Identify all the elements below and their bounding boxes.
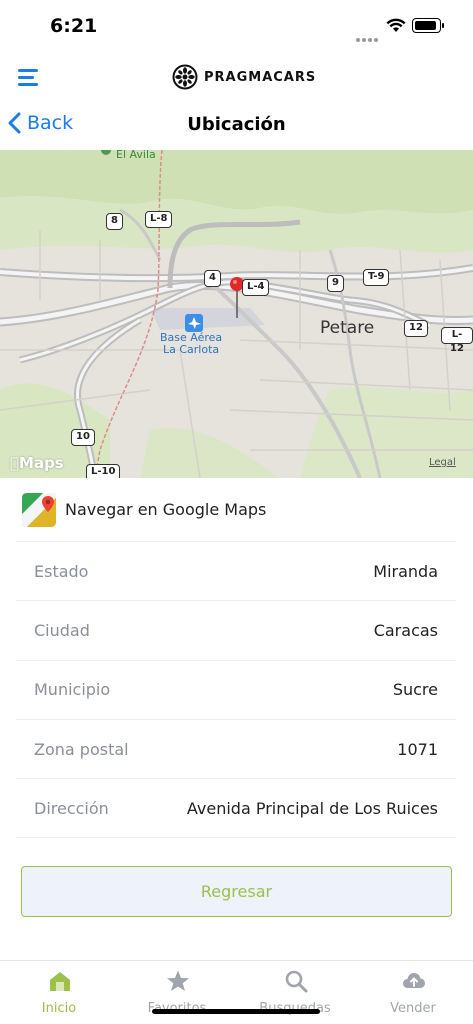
map-base [0, 150, 473, 478]
road-shield: 4 [204, 270, 221, 287]
detail-value: Sucre [392, 680, 438, 700]
road-shield: 9 [327, 275, 344, 292]
tab-busquedas[interactable]: Busquedas [236, 961, 354, 1024]
battery-icon [412, 18, 444, 33]
cloud-upload-icon [403, 973, 425, 988]
page-title: Ubicación [187, 114, 286, 135]
star-icon [167, 970, 189, 991]
regresar-button[interactable]: Regresar [21, 866, 452, 917]
bottom-tab-bar: Inicio Favoritos Busquedas Vender [0, 960, 473, 1024]
map-label-petare: Petare [320, 318, 375, 338]
home-icon [50, 972, 70, 991]
cellular-signal-icon [356, 27, 380, 42]
road-shield: 12 [404, 320, 428, 337]
detail-key: Ciudad [34, 620, 90, 640]
tab-label: Inicio [41, 1001, 77, 1016]
road-shield: T-9 [363, 269, 390, 286]
detail-row-direccion: Dirección Avenida Principal de Los Ruice… [16, 779, 456, 839]
detail-value: 1071 [397, 739, 438, 759]
wifi-icon [386, 18, 406, 32]
detail-key: Dirección [34, 798, 109, 818]
detail-key: Zona postal [34, 739, 129, 759]
detail-key: Municipio [34, 680, 111, 700]
road-shield: L-10 [86, 464, 121, 478]
tab-inicio[interactable]: Inicio [0, 961, 118, 1024]
status-bar: 6:21 [0, 0, 473, 54]
navigate-google-maps-button[interactable]: Navegar en Google Maps [16, 478, 456, 542]
maps-logo-text: Maps [10, 454, 64, 472]
detail-key: Estado [34, 561, 89, 581]
map-view[interactable]: El Ávila 8 L-8 4 L-4 9 T-9 12 L-12 10 L-… [0, 150, 473, 478]
tab-vender[interactable]: Vender [354, 961, 472, 1024]
google-maps-label: Navegar en Google Maps [65, 500, 267, 519]
detail-value: Miranda [373, 561, 438, 581]
road-shield: L-8 [145, 211, 173, 228]
road-shield: L-4 [242, 279, 270, 296]
map-label-airport: Base Aérea La Carlota [160, 332, 222, 356]
status-time: 6:21 [50, 15, 98, 37]
apple-maps-logo: Maps [10, 454, 64, 472]
legal-link[interactable]: Legal [429, 457, 456, 468]
wheel-logo-icon [172, 64, 198, 90]
brand-logo: PRAGMACARS [172, 64, 316, 90]
airport-line-2: La Carlota [163, 343, 220, 356]
detail-value: Caracas [373, 620, 438, 640]
detail-row-zona-postal: Zona postal 1071 [16, 720, 456, 780]
detail-row-municipio: Municipio Sucre [16, 661, 456, 720]
detail-row-estado: Estado Miranda [16, 542, 456, 602]
tab-label: Vender [390, 1001, 436, 1016]
location-details-list: Estado Miranda Ciudad Caracas Municipio … [16, 542, 456, 839]
brand-name: PRAGMACARS [204, 69, 317, 85]
tab-favoritos[interactable]: Favoritos [118, 961, 236, 1024]
search-icon [285, 970, 308, 993]
apple-logo-icon:  [10, 454, 19, 472]
road-shield: 10 [71, 429, 95, 446]
detail-row-ciudad: Ciudad Caracas [16, 601, 456, 661]
google-maps-icon [22, 492, 56, 527]
hamburger-menu-icon[interactable] [18, 69, 40, 86]
road-shield: 8 [106, 213, 123, 230]
detail-value: Avenida Principal de Los Ruices [186, 798, 438, 818]
home-indicator [152, 1009, 320, 1014]
road-shield: L-12 [441, 327, 473, 354]
map-label-el-avila: El Ávila [116, 150, 156, 161]
app-header: PRAGMACARS [0, 54, 473, 100]
navigation-bar: Back Ubicación [0, 100, 473, 150]
